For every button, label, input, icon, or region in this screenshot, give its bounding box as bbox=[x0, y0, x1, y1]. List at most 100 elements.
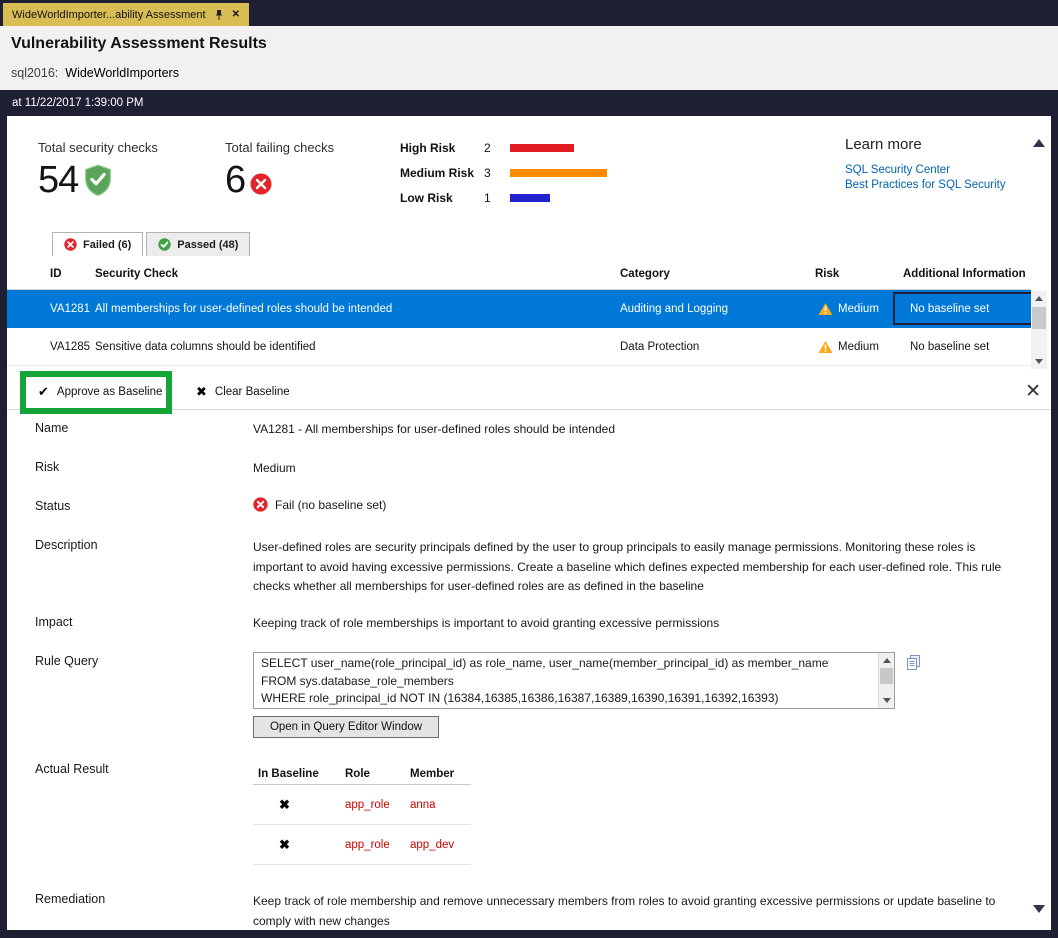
grid-scroll-up-icon[interactable] bbox=[1031, 291, 1047, 306]
result-tabs: Failed (6) Passed (48) bbox=[52, 232, 250, 256]
vulnerability-assessment-window: WideWorldImporter...ability Assessment ✕… bbox=[0, 0, 1058, 938]
page-title: Vulnerability Assessment Results bbox=[11, 35, 1058, 53]
cell-security-check: Sensitive data columns should be identif… bbox=[95, 341, 316, 353]
query-scroll-down-icon[interactable] bbox=[879, 694, 894, 707]
clear-baseline-label: Clear Baseline bbox=[215, 386, 290, 398]
field-label-impact: Impact bbox=[35, 615, 73, 629]
x-icon: ✖ bbox=[196, 384, 207, 400]
grid-scroll-down-icon[interactable] bbox=[1031, 354, 1047, 369]
field-label-name: Name bbox=[35, 421, 68, 435]
results-grid-header: ID Security Check Category Risk Addition… bbox=[7, 256, 1031, 290]
field-label-rule-query: Rule Query bbox=[35, 654, 98, 668]
field-label-risk: Risk bbox=[35, 460, 59, 474]
tab-passed[interactable]: Passed (48) bbox=[146, 232, 250, 256]
approve-as-baseline-button[interactable]: ✔ Approve as Baseline bbox=[38, 374, 162, 410]
database-name: WideWorldImporters bbox=[65, 66, 179, 80]
warning-icon bbox=[818, 303, 833, 316]
scroll-down-icon[interactable] bbox=[1033, 913, 1045, 930]
high-risk-count: 2 bbox=[484, 141, 510, 155]
actual-result-row: ✖ app_role anna bbox=[253, 785, 471, 825]
cell-additional-information: No baseline set bbox=[910, 303, 989, 315]
link-sql-security-center[interactable]: SQL Security Center bbox=[845, 164, 1006, 176]
ar-column-role: Role bbox=[345, 768, 370, 780]
ar-column-member: Member bbox=[410, 768, 454, 780]
ar-member: app_dev bbox=[410, 839, 454, 851]
cell-id: VA1281 bbox=[50, 303, 90, 315]
content-area: Total security checks 54 Total failing c… bbox=[7, 116, 1051, 930]
medium-risk-row: Medium Risk 3 bbox=[400, 166, 607, 180]
clear-baseline-button[interactable]: ✖ Clear Baseline bbox=[196, 374, 290, 410]
learn-more-title: Learn more bbox=[845, 136, 1006, 153]
status-text: Fail (no baseline set) bbox=[275, 498, 386, 512]
remediation-text: Keep track of role membership and remove… bbox=[253, 892, 1015, 930]
column-id: ID bbox=[50, 268, 62, 280]
document-tab-title: WideWorldImporter...ability Assessment bbox=[12, 9, 206, 21]
check-icon: ✔ bbox=[38, 384, 49, 400]
column-additional-information: Additional Information bbox=[903, 268, 1026, 280]
rule-query-line: SELECT user_name(role_principal_id) as r… bbox=[261, 655, 874, 673]
failing-checks-label: Total failing checks bbox=[225, 140, 334, 155]
field-label-actual-result: Actual Result bbox=[35, 762, 109, 776]
description-text: User-defined roles are security principa… bbox=[253, 538, 1015, 597]
table-row-va1285[interactable]: VA1285 Sensitive data columns should be … bbox=[7, 328, 1031, 366]
copy-icon[interactable] bbox=[905, 654, 922, 671]
query-scrollbar-thumb[interactable] bbox=[880, 668, 893, 684]
query-scrollbar[interactable] bbox=[878, 653, 894, 708]
grid-scrollbar[interactable] bbox=[1031, 291, 1047, 369]
table-row-va1281[interactable]: VA1281 All memberships for user-defined … bbox=[7, 290, 1031, 328]
tab-failed[interactable]: Failed (6) bbox=[52, 232, 143, 256]
results-header: Vulnerability Assessment Results sql2016… bbox=[0, 26, 1058, 90]
server-line: sql2016:WideWorldImporters bbox=[11, 66, 1058, 80]
failed-x-circle-icon bbox=[64, 238, 77, 251]
column-risk: Risk bbox=[815, 268, 839, 280]
failing-checks-value: 6 bbox=[225, 159, 245, 201]
tab-failed-label: Failed (6) bbox=[83, 239, 131, 251]
baseline-status-box[interactable]: No baseline set bbox=[893, 292, 1037, 325]
impact-text: Keeping track of role memberships is imp… bbox=[253, 616, 719, 630]
tab-passed-label: Passed (48) bbox=[177, 239, 238, 251]
field-value-status: Fail (no baseline set) bbox=[253, 497, 386, 512]
open-in-query-editor-button[interactable]: Open in Query Editor Window bbox=[253, 716, 439, 738]
approve-as-baseline-label: Approve as Baseline bbox=[57, 386, 162, 398]
column-category: Category bbox=[620, 268, 670, 280]
scan-timestamp: at 11/22/2017 1:39:00 PM bbox=[0, 90, 1058, 116]
grid-scrollbar-thumb[interactable] bbox=[1032, 307, 1046, 329]
query-scroll-up-icon[interactable] bbox=[879, 654, 894, 667]
learn-more-section: Learn more SQL Security Center Best Prac… bbox=[845, 136, 1006, 191]
total-checks-label: Total security checks bbox=[38, 140, 158, 155]
failing-checks-block: Total failing checks 6 bbox=[225, 140, 334, 201]
field-label-remediation: Remediation bbox=[35, 892, 105, 906]
cell-risk: Medium bbox=[838, 341, 879, 353]
field-label-description: Description bbox=[35, 538, 98, 552]
rule-query-line: FROM sys.database_role_members bbox=[261, 673, 874, 691]
cell-risk: Medium bbox=[838, 303, 879, 315]
not-in-baseline-icon: ✖ bbox=[279, 837, 290, 853]
close-details-icon[interactable]: ✕ bbox=[1025, 380, 1041, 403]
cell-additional-information: No baseline set bbox=[910, 341, 989, 353]
field-label-status: Status bbox=[35, 499, 70, 513]
cell-id: VA1285 bbox=[50, 341, 90, 353]
column-security-check: Security Check bbox=[95, 268, 178, 280]
link-best-practices[interactable]: Best Practices for SQL Security bbox=[845, 179, 1006, 191]
warning-icon bbox=[818, 340, 833, 353]
rule-query-box[interactable]: SELECT user_name(role_principal_id) as r… bbox=[253, 652, 895, 709]
scroll-up-icon[interactable] bbox=[1033, 122, 1045, 140]
total-checks-block: Total security checks 54 bbox=[38, 140, 158, 201]
document-tab[interactable]: WideWorldImporter...ability Assessment ✕ bbox=[3, 3, 249, 26]
medium-risk-bar bbox=[510, 169, 607, 177]
baseline-toolbar: ✔ Approve as Baseline ✖ Clear Baseline ✕ bbox=[7, 374, 1051, 410]
medium-risk-count: 3 bbox=[484, 166, 510, 180]
field-value-risk: Medium bbox=[253, 461, 296, 475]
tab-close-icon[interactable]: ✕ bbox=[232, 9, 240, 20]
ar-column-in-baseline: In Baseline bbox=[258, 768, 319, 780]
rule-query-line: WHERE role_principal_id NOT IN (16384,16… bbox=[261, 690, 874, 708]
shield-check-icon bbox=[83, 164, 113, 196]
low-risk-count: 1 bbox=[484, 191, 510, 205]
cell-category: Data Protection bbox=[620, 341, 699, 353]
ar-role: app_role bbox=[345, 799, 390, 811]
high-risk-bar bbox=[510, 144, 574, 152]
passed-check-circle-icon bbox=[158, 238, 171, 251]
low-risk-row: Low Risk 1 bbox=[400, 191, 607, 205]
pin-icon[interactable] bbox=[214, 9, 224, 21]
document-tab-bar: WideWorldImporter...ability Assessment ✕ bbox=[0, 0, 1058, 26]
